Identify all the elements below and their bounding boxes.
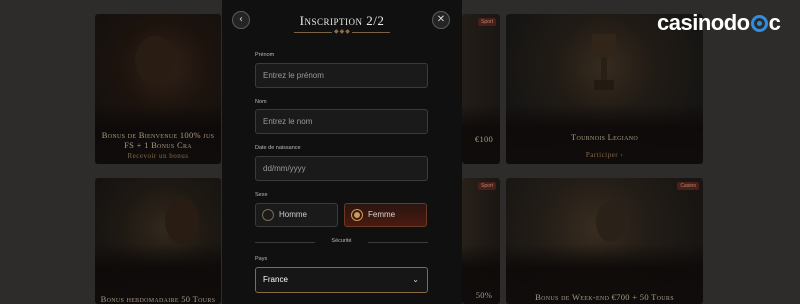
promo-title: Bonus hebdomadaire 50 Tours: [100, 294, 216, 304]
last-name-label: Nom: [255, 99, 267, 105]
registration-modal: ‹ Inscription 2/2 ◆◆◆ ✕ Prénom Entrez le…: [222, 0, 462, 304]
category-badge: Sport: [478, 18, 496, 26]
country-select[interactable]: France ⌄: [255, 267, 428, 293]
country-value: France: [263, 275, 288, 284]
promo-card-sport-2[interactable]: Sport 50%: [462, 178, 500, 304]
chevron-down-icon: ⌄: [412, 275, 419, 284]
birth-date-label: Date de naissance: [255, 145, 301, 151]
promo-card-welcome[interactable]: Bonus de Bienvenue 100% jus FS + 1 Bonus…: [95, 14, 221, 164]
promo-title: Bonus de Bienvenue 100% jus: [101, 130, 215, 140]
radio-checked-icon: [351, 209, 363, 221]
promo-title: €100: [474, 134, 494, 144]
close-icon: ✕: [436, 14, 446, 25]
divider: [255, 242, 315, 243]
gender-option-label: Homme: [279, 210, 308, 219]
birth-date-field[interactable]: dd/mm/yyyy: [255, 156, 428, 181]
chevron-right-icon: ›: [620, 151, 624, 159]
page: Bonus de Bienvenue 100% jus FS + 1 Bonus…: [0, 0, 800, 304]
gender-option-male[interactable]: Homme: [255, 203, 338, 227]
promo-title: 50%: [475, 290, 493, 300]
promo-title: Tournois Legiano: [571, 132, 638, 142]
promo-card-weekend[interactable]: Casino Bonus de Week-end €700 + 50 Tours: [506, 178, 703, 304]
divider: [368, 242, 428, 243]
title-ornament: ◆◆◆: [294, 29, 390, 36]
category-badge: Sport: [478, 182, 496, 190]
security-divider-label: Sécurité: [331, 238, 352, 244]
promo-link[interactable]: Recevoir un bonus: [95, 152, 221, 160]
close-button[interactable]: ✕: [432, 11, 450, 29]
first-name-field[interactable]: Entrez le prénom: [255, 63, 428, 88]
modal-title: Inscription 2/2: [299, 13, 385, 28]
first-name-label: Prénom: [255, 52, 275, 58]
promo-title-line2: FS + 1 Bonus Cra: [124, 140, 192, 150]
gender-label: Sexe: [255, 192, 268, 198]
country-label: Pays: [255, 256, 268, 262]
casinodoc-logo: casinodo c: [657, 10, 781, 35]
radio-unchecked-icon: [262, 209, 274, 221]
promo-card-weekly[interactable]: Bonus hebdomadaire 50 Tours: [95, 178, 221, 304]
last-name-field[interactable]: Entrez le nom: [255, 109, 428, 134]
gender-option-label: Femme: [368, 210, 396, 219]
promo-link[interactable]: Participer ›: [506, 151, 703, 159]
promo-card-tournaments[interactable]: Tournois Legiano Participer ›: [506, 14, 703, 164]
promo-title: Bonus de Week-end €700 + 50 Tours: [535, 292, 674, 302]
chip-icon: [750, 15, 768, 32]
promo-card-sport-1[interactable]: Sport €100: [462, 14, 500, 164]
category-badge: Casino: [677, 182, 699, 190]
gender-option-female[interactable]: Femme: [344, 203, 427, 227]
